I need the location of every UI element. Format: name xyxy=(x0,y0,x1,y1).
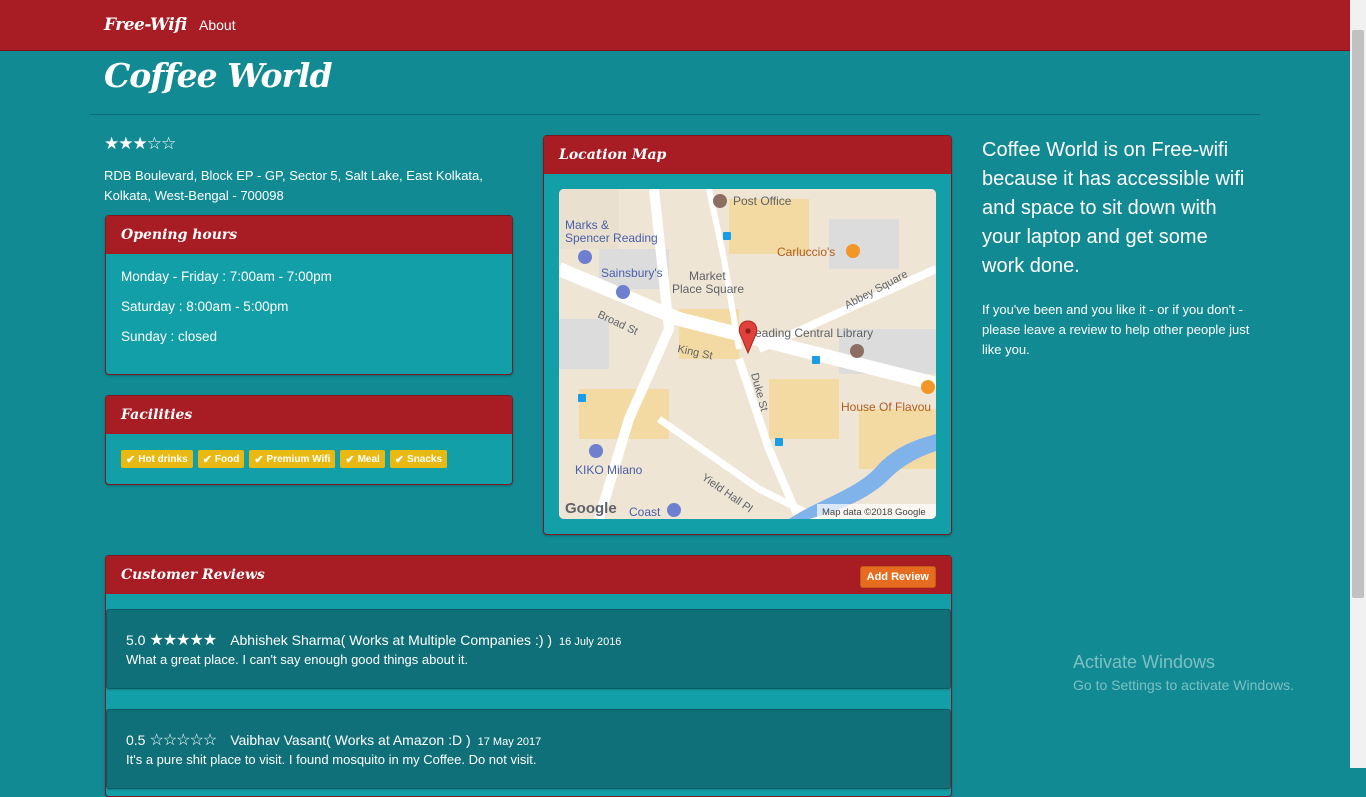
location-map[interactable]: Post Office Marks & Spencer Reading Carl… xyxy=(559,189,936,519)
activation-watermark-subtitle: Go to Settings to activate Windows. xyxy=(1073,677,1294,693)
rating-stars: ★★★☆☆ xyxy=(104,134,176,153)
location-map-title: Location Map xyxy=(544,136,951,174)
library-icon xyxy=(850,344,864,358)
opening-hours-list: Monday - Friday : 7:00am - 7:00pm Saturd… xyxy=(106,254,512,360)
facility-badge: ✔ Meal xyxy=(340,450,385,468)
review-score: 0.5 xyxy=(126,732,146,748)
check-icon: ✔ xyxy=(394,453,405,466)
page-title: Coffee World xyxy=(104,56,333,95)
shopping-icon xyxy=(589,444,603,458)
hours-sunday: Sunday : closed xyxy=(121,329,218,344)
about-link[interactable]: About xyxy=(199,17,236,33)
hours-weekday: Monday - Friday : 7:00am - 7:00pm xyxy=(121,269,332,284)
about-heading: Coffee World is on Free-wifi because it … xyxy=(982,139,1245,277)
map-label: Carluccio's xyxy=(777,245,835,259)
top-navbar: Free-Wifi About xyxy=(0,0,1350,51)
map-label: Spencer Reading xyxy=(565,231,658,245)
facility-badge: ✔ Hot drinks xyxy=(121,450,193,468)
bus-stop-icon xyxy=(578,394,586,402)
review-item: 5.0 ★★★★★ Abhishek Sharma( Works at Mult… xyxy=(106,609,951,689)
review-date: 16 July 2016 xyxy=(559,636,622,648)
about-text: If you've been and you like it - or if y… xyxy=(982,302,1250,357)
check-icon: ✔ xyxy=(254,453,264,466)
check-icon: ✔ xyxy=(345,453,355,466)
post-office-icon xyxy=(713,194,727,208)
map-label: Place Square xyxy=(672,282,744,296)
review-text: What a great place. I can't say enough g… xyxy=(126,652,469,667)
location-map-panel: Location Map Post Office Marks & Spencer… xyxy=(543,135,952,535)
facility-badge: ✔ Premium Wifi xyxy=(249,450,336,468)
bus-stop-icon xyxy=(723,232,731,240)
map-label: Coast xyxy=(629,505,661,519)
google-logo: Google xyxy=(565,500,617,517)
review-text: It's a pure shit place to visit. I found… xyxy=(126,752,537,767)
shopping-icon xyxy=(616,285,630,299)
customer-reviews-panel: Customer Reviews Add Review 5.0 ★★★★★ Ab… xyxy=(105,555,952,797)
facility-badge: ✔ Snacks xyxy=(389,450,448,468)
review-score: 5.0 xyxy=(126,632,146,648)
facilities-title: Facilities xyxy=(106,396,512,434)
map-label: KIKO Milano xyxy=(575,463,643,477)
map-attribution: Map data ©2018 Google xyxy=(822,507,926,518)
map-label: eading Central Library xyxy=(755,326,873,340)
facility-badge: ✔ Food xyxy=(197,450,245,468)
map-label: House Of Flavou xyxy=(841,400,931,414)
customer-reviews-title: Customer Reviews Add Review xyxy=(106,556,951,594)
check-icon: ✔ xyxy=(126,453,136,466)
hours-saturday: Saturday : 8:00am - 5:00pm xyxy=(121,299,289,314)
brand-link[interactable]: Free-Wifi xyxy=(104,15,188,35)
review-item: 0.5 ☆☆☆☆☆ Vaibhav Vasant( Works at Amazo… xyxy=(106,709,951,789)
review-author: Vaibhav Vasant( Works at Amazon :D ) xyxy=(230,732,471,748)
title-divider xyxy=(90,114,1260,115)
opening-hours-panel: Opening hours Monday - Friday : 7:00am -… xyxy=(105,215,513,375)
facility-badges: ✔ Hot drinks ✔ Food ✔ Premium Wifi ✔ Meal ✔ S… xyxy=(106,434,512,484)
review-date: 17 May 2017 xyxy=(477,736,542,748)
restaurant-icon xyxy=(846,244,860,258)
map-label: Market xyxy=(689,269,726,283)
address-text: RDB Boulevard, Block EP - GP, Sector 5, … xyxy=(104,168,483,203)
review-stars: ★★★★★ xyxy=(149,632,217,649)
check-icon: ✔ xyxy=(202,453,212,466)
add-review-button[interactable]: Add Review xyxy=(859,566,936,588)
restaurant-icon xyxy=(921,380,935,394)
map-label: Post Office xyxy=(733,194,792,208)
activation-watermark-title: Activate Windows xyxy=(1073,652,1216,672)
review-author: Abhishek Sharma( Works at Multiple Compa… xyxy=(230,632,553,648)
review-stars: ☆☆☆☆☆ xyxy=(149,732,217,749)
bus-stop-icon xyxy=(812,356,820,364)
scrollbar-thumb[interactable] xyxy=(1352,30,1364,598)
shopping-icon xyxy=(578,250,592,264)
shopping-icon xyxy=(667,503,681,517)
facilities-panel: Facilities ✔ Hot drinks ✔ Food ✔ Premium Wi… xyxy=(105,395,513,485)
bus-stop-icon xyxy=(775,438,783,446)
opening-hours-title: Opening hours xyxy=(106,216,512,254)
map-label: Marks & xyxy=(565,218,609,232)
map-label: Sainsbury's xyxy=(601,266,663,280)
